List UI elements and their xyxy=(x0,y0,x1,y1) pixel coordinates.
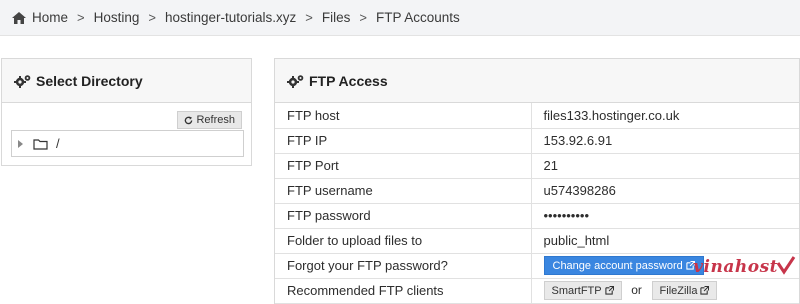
ftp-port-label: FTP Port xyxy=(275,153,532,179)
ftp-username-value: u574398286 xyxy=(531,178,799,204)
cogs-icon xyxy=(287,74,304,88)
ftp-host-label: FTP host xyxy=(275,103,532,129)
ftp-password-label: FTP password xyxy=(275,203,532,229)
external-link-icon xyxy=(700,286,710,295)
ftp-username-label: FTP username xyxy=(275,178,532,204)
home-icon xyxy=(12,11,26,24)
table-row: FTP username u574398286 xyxy=(275,178,799,204)
refresh-icon xyxy=(185,115,193,124)
cogs-icon xyxy=(14,74,31,88)
smartftp-button[interactable]: SmartFTP xyxy=(543,281,622,300)
breadcrumb-ftp-accounts: FTP Accounts xyxy=(376,10,460,25)
ftp-access-title: FTP Access xyxy=(309,72,388,89)
select-directory-header: Select Directory xyxy=(2,59,251,103)
breadcrumb-domain[interactable]: hostinger-tutorials.xyz xyxy=(165,10,296,25)
folder-icon xyxy=(33,138,48,150)
table-row: FTP password •••••••••• xyxy=(275,203,799,229)
breadcrumb-home[interactable]: Home xyxy=(12,10,68,25)
ftp-ip-label: FTP IP xyxy=(275,128,532,154)
checkmark-logo-icon xyxy=(776,256,796,275)
watermark-text: vinahost xyxy=(693,257,778,277)
change-password-button[interactable]: Change account password xyxy=(543,256,704,275)
expand-caret-icon[interactable] xyxy=(18,139,23,148)
ftp-access-header: FTP Access xyxy=(275,59,799,103)
filezilla-button[interactable]: FileZilla xyxy=(651,281,718,300)
breadcrumb-separator: > xyxy=(148,10,156,25)
breadcrumb-separator: > xyxy=(359,10,367,25)
refresh-button[interactable]: Refresh xyxy=(177,111,242,129)
recommended-clients-label: Recommended FTP clients xyxy=(275,278,532,304)
breadcrumb: Home > Hosting > hostinger-tutorials.xyz… xyxy=(0,0,800,36)
upload-folder-value: public_html xyxy=(531,228,799,254)
table-row: Recommended FTP clients SmartFTP or File… xyxy=(275,278,799,304)
smartftp-label: SmartFTP xyxy=(551,284,602,297)
breadcrumb-hosting[interactable]: Hosting xyxy=(94,10,140,25)
external-link-icon xyxy=(604,286,614,295)
or-text: or xyxy=(631,282,642,297)
table-row: FTP IP 153.92.6.91 xyxy=(275,128,799,154)
ftp-password-value: •••••••••• xyxy=(531,203,799,229)
ftp-ip-value: 153.92.6.91 xyxy=(531,128,799,154)
table-row: FTP host files133.hostinger.co.uk xyxy=(275,103,799,129)
select-directory-title: Select Directory xyxy=(36,72,143,89)
breadcrumb-separator: > xyxy=(77,10,85,25)
change-password-label: Change account password xyxy=(552,259,683,272)
refresh-label: Refresh xyxy=(196,114,235,126)
table-row: Folder to upload files to public_html xyxy=(275,228,799,254)
ftp-port-value: 21 xyxy=(531,153,799,179)
breadcrumb-separator: > xyxy=(305,10,313,25)
filezilla-label: FileZilla xyxy=(659,284,698,297)
ftp-host-value: files133.hostinger.co.uk xyxy=(531,103,799,129)
tree-root-label[interactable]: / xyxy=(56,136,60,151)
select-directory-panel: Select Directory Refresh / xyxy=(1,58,252,166)
recommended-clients-cell: SmartFTP or FileZilla xyxy=(531,278,799,304)
breadcrumb-home-label: Home xyxy=(32,10,69,25)
directory-tree: / xyxy=(11,130,244,157)
upload-folder-label: Folder to upload files to xyxy=(275,228,532,254)
table-row: FTP Port 21 xyxy=(275,153,799,179)
breadcrumb-files[interactable]: Files xyxy=(322,10,351,25)
forgot-password-label: Forgot your FTP password? xyxy=(275,253,532,279)
